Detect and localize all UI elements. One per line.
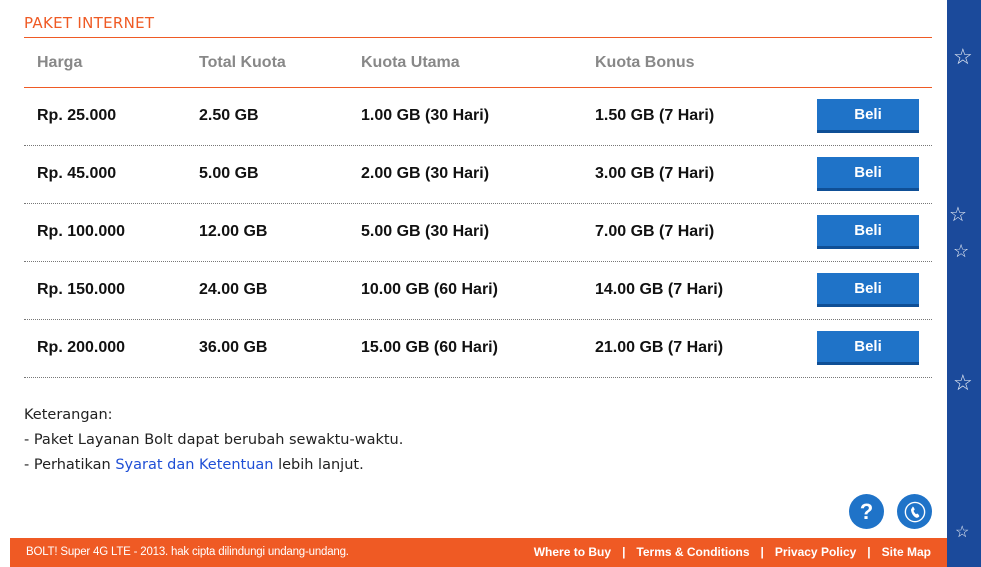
notes-line: - Paket Layanan Bolt dapat berubah sewak… xyxy=(24,432,404,448)
price-cell: Rp. 25.000 xyxy=(37,107,117,124)
main-quota-cell: 2.00 GB (30 Hari) xyxy=(361,165,490,182)
table-row: Rp. 25.000 2.50 GB 1.00 GB (30 Hari) 1.5… xyxy=(24,88,932,146)
main-quota-cell: 1.00 GB (30 Hari) xyxy=(361,107,490,124)
table-row: Rp. 45.000 5.00 GB 2.00 GB (30 Hari) 3.0… xyxy=(24,146,932,204)
notes-section: Keterangan: - Paket Layanan Bolt dapat b… xyxy=(24,403,403,478)
footer-link-privacy[interactable]: Privacy Policy xyxy=(775,545,856,559)
phone-icon xyxy=(904,501,925,522)
footer-link-site-map[interactable]: Site Map xyxy=(882,545,931,559)
column-header-kuota-bonus: Kuota Bonus xyxy=(595,54,695,71)
main-quota-cell: 15.00 GB (60 Hari) xyxy=(361,339,498,356)
footer-copyright: BOLT! Super 4G LTE - 2013. hak cipta dil… xyxy=(26,546,349,558)
total-quota-cell: 24.00 GB xyxy=(199,281,268,298)
footer-links: Where to Buy | Terms & Conditions | Privacy … xyxy=(534,545,931,559)
table-row: Rp. 150.000 24.00 GB 10.00 GB (60 Hari) … xyxy=(24,262,932,320)
buy-button[interactable]: Beli xyxy=(817,157,919,191)
star-icon: ☆ xyxy=(953,241,970,261)
section-title: PAKET INTERNET xyxy=(24,14,155,32)
table-row: Rp. 200.000 36.00 GB 15.00 GB (60 Hari) … xyxy=(24,320,932,378)
star-icon: ☆ xyxy=(953,370,973,395)
help-button[interactable]: ? xyxy=(849,494,884,529)
buy-button[interactable]: Beli xyxy=(817,273,919,307)
notes-text: - Perhatikan xyxy=(24,457,116,473)
right-decorative-rail: ☆ ☆ ☆ ☆ ☆ xyxy=(947,0,981,567)
buy-button[interactable]: Beli xyxy=(817,99,919,133)
footer-separator: | xyxy=(867,545,871,559)
star-icon: ☆ xyxy=(953,44,973,69)
bonus-quota-cell: 14.00 GB (7 Hari) xyxy=(595,281,724,298)
column-header-kuota-utama: Kuota Utama xyxy=(361,54,460,71)
total-quota-cell: 2.50 GB xyxy=(199,107,259,124)
bonus-quota-cell: 3.00 GB (7 Hari) xyxy=(595,165,715,182)
bonus-quota-cell: 21.00 GB (7 Hari) xyxy=(595,339,724,356)
footer-separator: | xyxy=(622,545,626,559)
terms-link[interactable]: Syarat dan Ketentuan xyxy=(115,457,273,473)
notes-heading: Keterangan: xyxy=(24,407,113,423)
footer-link-where-to-buy[interactable]: Where to Buy xyxy=(534,545,611,559)
total-quota-cell: 36.00 GB xyxy=(199,339,268,356)
buy-button[interactable]: Beli xyxy=(817,215,919,249)
footer-link-terms[interactable]: Terms & Conditions xyxy=(636,545,749,559)
help-icon: ? xyxy=(859,499,874,524)
footer-separator: | xyxy=(760,545,764,559)
column-header-total-kuota: Total Kuota xyxy=(199,54,286,71)
star-icon: ☆ xyxy=(955,524,970,541)
bonus-quota-cell: 1.50 GB (7 Hari) xyxy=(595,107,715,124)
price-cell: Rp. 45.000 xyxy=(37,165,117,182)
total-quota-cell: 12.00 GB xyxy=(199,223,268,240)
total-quota-cell: 5.00 GB xyxy=(199,165,259,182)
column-header-harga: Harga xyxy=(37,54,83,71)
price-cell: Rp. 150.000 xyxy=(37,281,126,298)
star-icon: ☆ xyxy=(949,204,967,226)
call-button[interactable] xyxy=(897,494,932,529)
footer: BOLT! Super 4G LTE - 2013. hak cipta dil… xyxy=(10,538,947,567)
bonus-quota-cell: 7.00 GB (7 Hari) xyxy=(595,223,715,240)
table-header: Harga Total Kuota Kuota Utama Kuota Bonu… xyxy=(24,38,932,88)
package-table: Harga Total Kuota Kuota Utama Kuota Bonu… xyxy=(24,38,932,378)
main-quota-cell: 10.00 GB (60 Hari) xyxy=(361,281,498,298)
main-quota-cell: 5.00 GB (30 Hari) xyxy=(361,223,490,240)
price-cell: Rp. 100.000 xyxy=(37,223,126,240)
price-cell: Rp. 200.000 xyxy=(37,339,126,356)
notes-text: lebih lanjut. xyxy=(273,457,364,473)
table-row: Rp. 100.000 12.00 GB 5.00 GB (30 Hari) 7… xyxy=(24,204,932,262)
buy-button[interactable]: Beli xyxy=(817,331,919,365)
notes-line: - Perhatikan Syarat dan Ketentuan lebih … xyxy=(24,453,403,478)
